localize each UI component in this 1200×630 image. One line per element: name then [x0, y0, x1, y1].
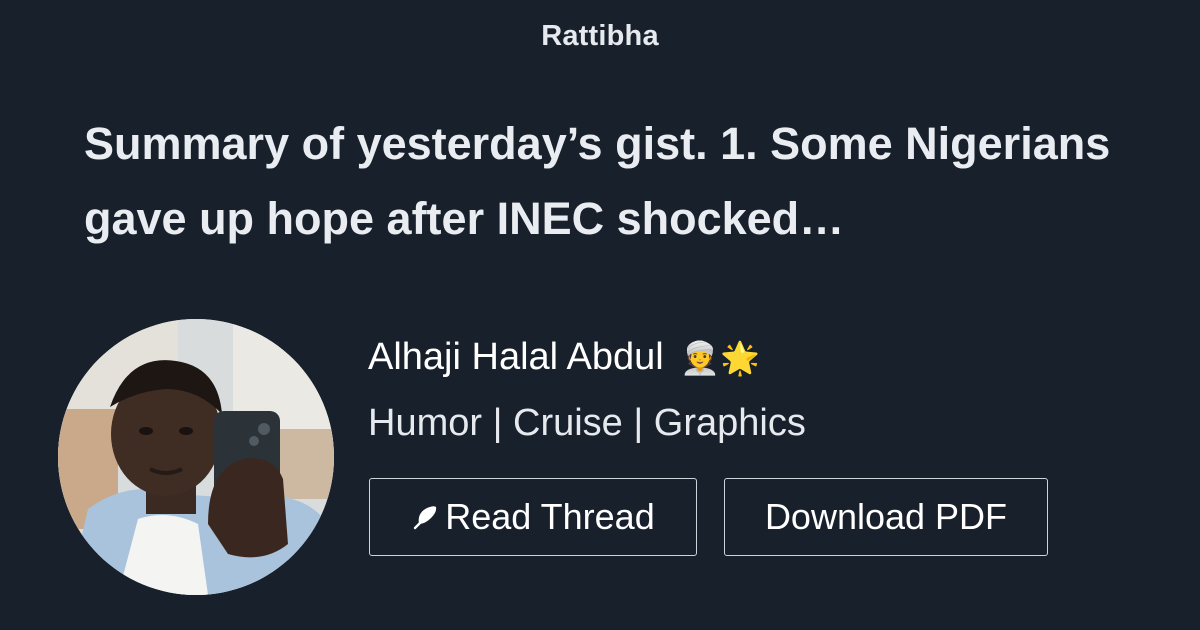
- avatar: [58, 319, 334, 595]
- author-bio: Humor | Cruise | Graphics: [368, 402, 806, 444]
- brand-name: Rattibha: [541, 20, 659, 52]
- share-card: Rattibha Summary of yesterday’s gist. 1.…: [0, 0, 1200, 630]
- download-pdf-button[interactable]: Download PDF: [724, 478, 1048, 556]
- download-pdf-label: Download PDF: [764, 496, 1008, 537]
- avatar-photo: [58, 319, 334, 595]
- author-name-text: Alhaji Halal Abdul: [368, 336, 664, 378]
- author-name: Alhaji Halal Abdul 👳🌟: [368, 336, 760, 379]
- thread-title: Summary of yesterday’s gist. 1. Some Nig…: [84, 118, 1111, 244]
- read-thread-label: Read Thread: [445, 496, 655, 537]
- feather-icon: [414, 506, 437, 530]
- read-thread-button[interactable]: Read Thread: [369, 478, 697, 556]
- author-name-emoji: 👳🌟: [680, 339, 760, 377]
